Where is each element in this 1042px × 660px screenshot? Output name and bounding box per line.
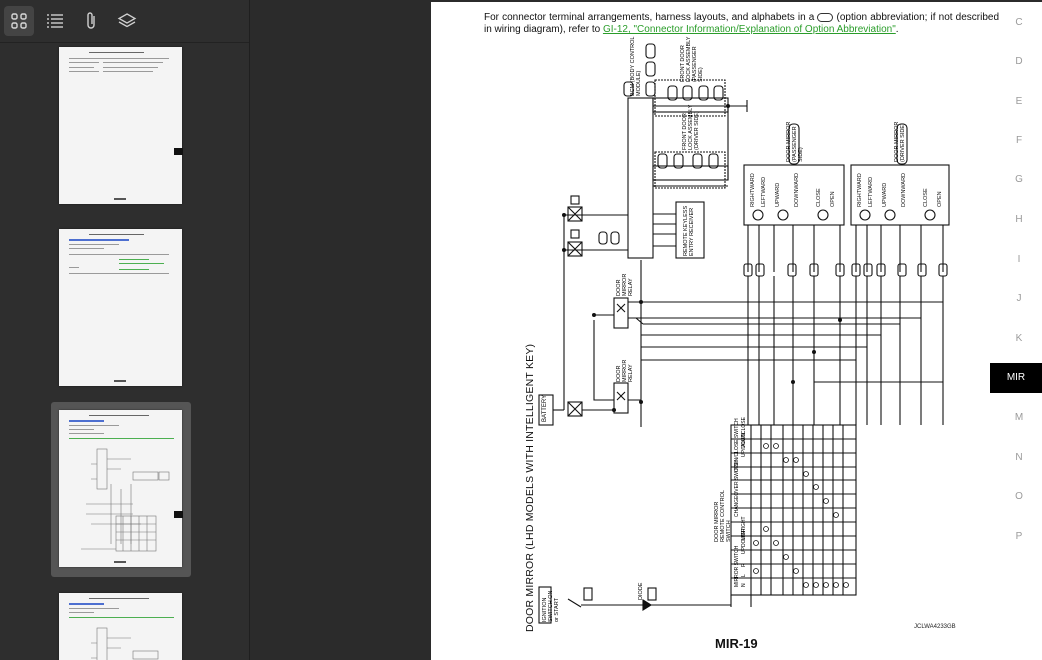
motor-label: LEFTWARD (761, 177, 767, 207)
switch-label: N (741, 583, 747, 587)
remote-control-switch-label: DOOR MIRROR REMOTE CONTROL SWITCH (714, 490, 732, 542)
side-tab-k[interactable]: K (996, 324, 1042, 354)
thumbnail-sidebar (0, 0, 250, 660)
layers-icon[interactable] (112, 6, 142, 36)
door-mirror-relay-2 (613, 382, 629, 414)
front-door-lock-driver-label: FRONT DOOR LOCK ASSEMBLY (DRIVER SIDE) (682, 104, 700, 150)
wiring-diagram: RIGHTWARD LEFTWARD UPWARD DOWNWARD CLOSE OPEN… (538, 43, 950, 624)
door-mirror-driver-label: DOOR MIRROR (DRIVER SIDE) (894, 121, 906, 162)
motor-label: DOWNWARD (794, 173, 800, 207)
door-mirror-relay-2-label: DOOR MIRROR RELAY (616, 359, 634, 382)
side-tab-mir[interactable]: MIR (990, 363, 1042, 393)
page-thumbnail[interactable] (59, 593, 182, 660)
switch-label: CLOSE (741, 416, 747, 434)
side-tab-d[interactable]: D (996, 47, 1042, 77)
page-thumbnail[interactable] (59, 229, 182, 386)
side-tab-h[interactable]: H (996, 205, 1042, 235)
door-mirror-relay-1-label: DOOR MIRROR RELAY (616, 273, 634, 296)
battery-label: BATTERY (542, 394, 548, 422)
switch-label: RIGHT (741, 516, 747, 532)
motor-label: DOWNWARD (901, 173, 907, 207)
sidebar-toolbar (0, 0, 249, 43)
diagram-code: JCLWA4233GB (914, 624, 956, 630)
motor-label: CLOSE (923, 188, 929, 207)
document-page: For connector terminal arrangements, har… (431, 2, 1042, 660)
switch-label: MIRROR SWITCH (734, 545, 740, 587)
side-tab-g[interactable]: G (996, 165, 1042, 195)
remote-keyless-entry-label: REMOTE KEYLESS ENTRY RECEIVER (683, 205, 695, 256)
bcm-box (627, 97, 654, 259)
thumbnails-view-icon[interactable] (4, 6, 34, 36)
page-thumbnail[interactable] (59, 47, 183, 204)
side-tab-i[interactable]: I (996, 245, 1042, 275)
side-tab-e[interactable]: E (996, 87, 1042, 117)
motor-label: CLOSE (816, 188, 822, 207)
attachments-icon[interactable] (76, 6, 106, 36)
connector-tag (645, 43, 656, 59)
switch-label: AUTO (741, 433, 747, 447)
door-mirror-driver-box (850, 164, 950, 226)
side-tab-p[interactable]: P (996, 522, 1042, 552)
door-mirror-passenger-label: DOOR MIRROR (PASSENGER SIDE) (786, 121, 804, 162)
thumbnail-list[interactable] (0, 43, 249, 660)
page-number: MIR-19 (715, 636, 758, 651)
side-tab-o[interactable]: O (996, 482, 1042, 512)
ignition-switch-label: IGNITION SWITCH ON or START (542, 590, 560, 622)
front-door-lock-passenger-label: FRONT DOOR LOCK ASSEMBLY (PASSENGER SIDE… (680, 36, 704, 82)
side-tab-n[interactable]: N (996, 443, 1042, 473)
side-tab-j[interactable]: J (996, 284, 1042, 314)
side-tab-f[interactable]: F (996, 126, 1042, 156)
motor-label: RIGHTWARD (750, 173, 756, 207)
viewer-background (250, 0, 431, 660)
motor-label: RIGHTWARD (857, 173, 863, 207)
motor-label: OPEN (937, 191, 943, 207)
bcm-label: BCM (BODY CONTROL MODULE) (630, 36, 642, 96)
section-tabs: C D E F G H I J K MIR M N O P (990, 2, 1042, 660)
motor-label: UPWARD (882, 183, 888, 207)
switch-label: R (741, 563, 747, 567)
motor-label: LEFTWARD (868, 177, 874, 207)
page-thumbnail-current[interactable] (59, 410, 183, 567)
diode-label: DIODE (638, 582, 644, 600)
switch-label: L (741, 574, 747, 577)
switch-label: CHANGEOVER SWITCH (734, 460, 740, 517)
side-tab-m[interactable]: M (996, 403, 1042, 433)
side-tab-c[interactable]: C (996, 8, 1042, 38)
motor-label: OPEN (830, 191, 836, 207)
outline-view-icon[interactable] (40, 6, 70, 36)
door-mirror-relay-1 (613, 297, 629, 329)
motor-label: UPWARD (775, 183, 781, 207)
